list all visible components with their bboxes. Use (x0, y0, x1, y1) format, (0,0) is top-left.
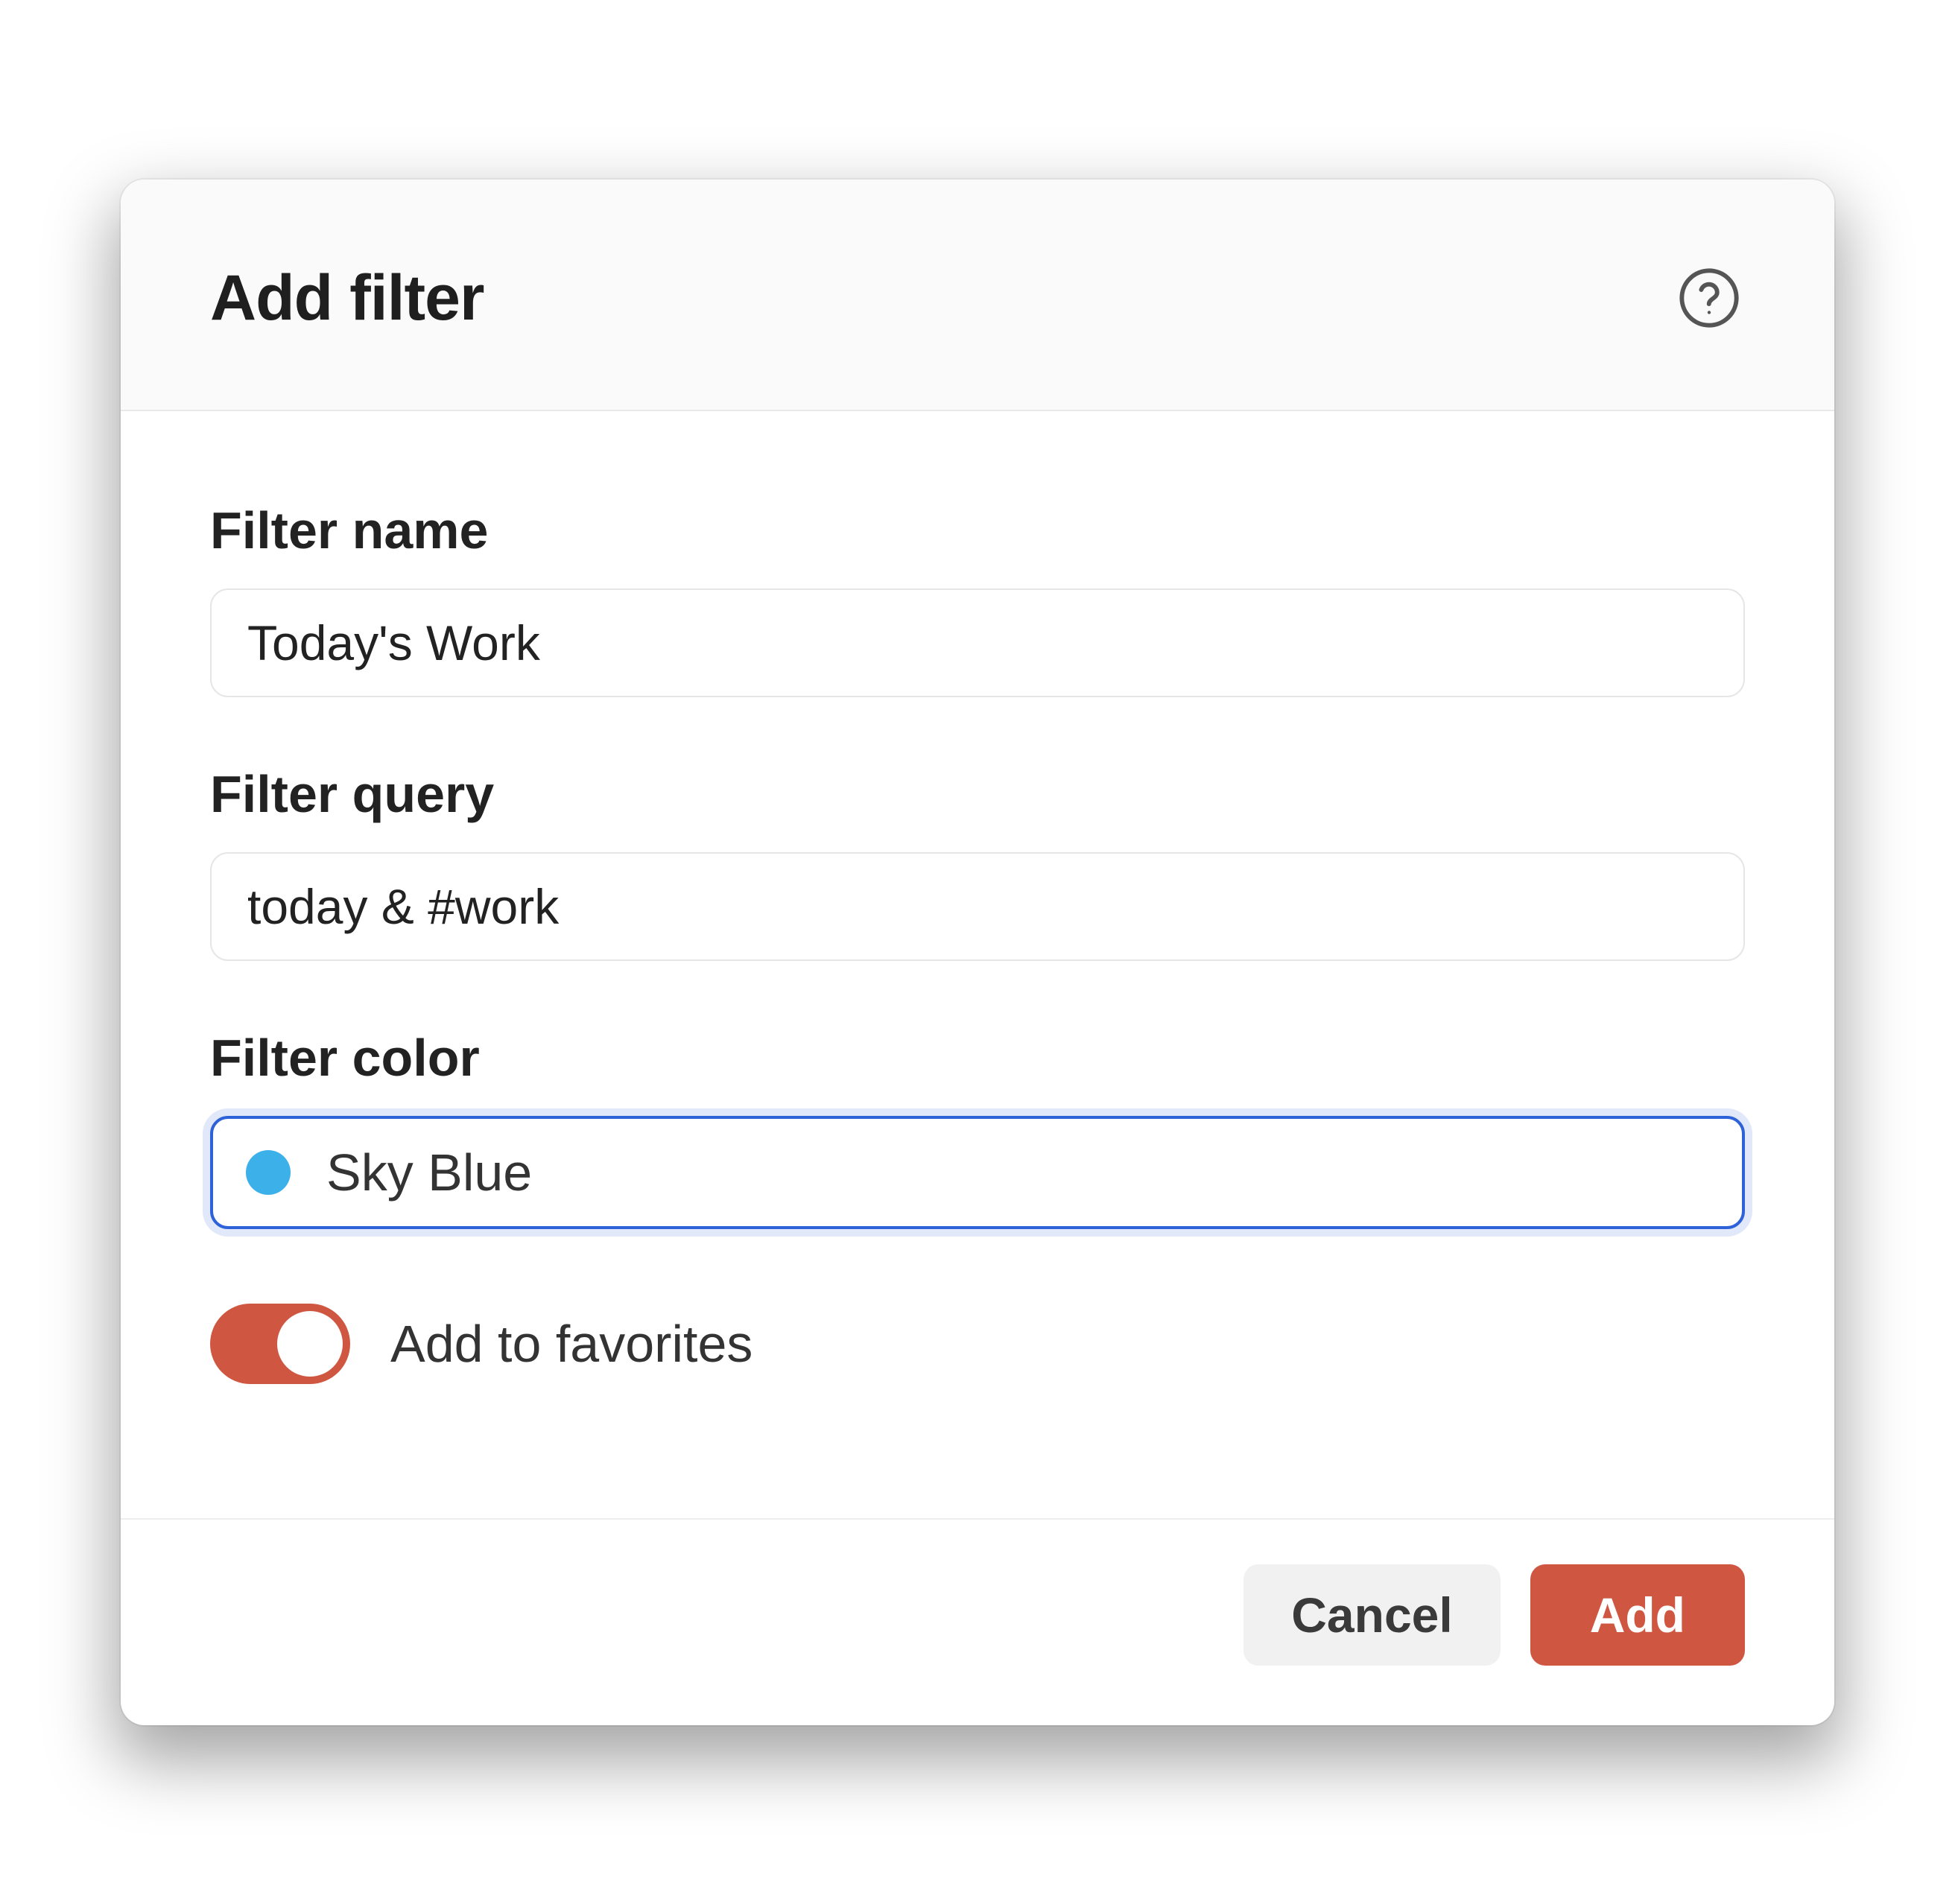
filter-name-label: Filter name (210, 501, 1745, 560)
add-filter-modal: Add filter Filter name Filter query (121, 180, 1834, 1725)
add-to-favorites-label: Add to favorites (390, 1314, 752, 1374)
help-circle-icon (1676, 265, 1742, 331)
modal-footer: Cancel Add (121, 1518, 1834, 1725)
filter-query-input[interactable] (210, 852, 1745, 961)
modal-title: Add filter (210, 261, 484, 335)
add-button[interactable]: Add (1530, 1564, 1745, 1666)
filter-query-field: Filter query (210, 764, 1745, 961)
add-to-favorites-row: Add to favorites (210, 1259, 1745, 1473)
color-swatch-icon (246, 1150, 291, 1195)
filter-color-label: Filter color (210, 1028, 1745, 1088)
filter-name-input[interactable] (210, 588, 1745, 697)
filter-name-field: Filter name (210, 501, 1745, 697)
help-button[interactable] (1673, 262, 1745, 334)
filter-color-field: Filter color Sky Blue (210, 1028, 1745, 1229)
filter-color-select[interactable]: Sky Blue (210, 1116, 1745, 1229)
modal-body: Filter name Filter query Filter color Sk… (121, 411, 1834, 1518)
filter-color-value: Sky Blue (326, 1143, 532, 1202)
toggle-knob-icon (277, 1311, 343, 1377)
modal-header: Add filter (121, 180, 1834, 411)
add-to-favorites-toggle[interactable] (210, 1304, 350, 1384)
filter-query-label: Filter query (210, 764, 1745, 824)
cancel-button[interactable]: Cancel (1243, 1564, 1500, 1666)
